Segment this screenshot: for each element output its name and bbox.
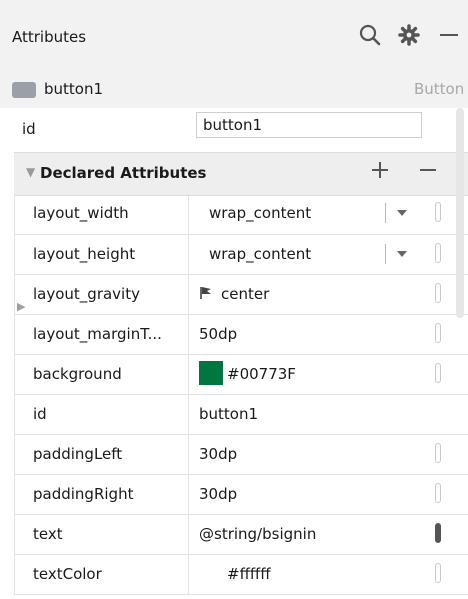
resource-picker-indicator[interactable] xyxy=(435,243,441,263)
attribute-value[interactable]: wrap_content xyxy=(209,235,311,274)
attribute-value: #00773F xyxy=(227,365,296,383)
attribute-value-cell[interactable]: center xyxy=(199,275,269,314)
attribute-value[interactable]: @string/bsignin xyxy=(199,515,316,554)
attribute-row[interactable]: background #00773F xyxy=(14,355,468,395)
attribute-name: layout_gravity xyxy=(33,285,140,303)
id-label: id xyxy=(22,120,36,138)
color-swatch[interactable] xyxy=(199,360,223,385)
id-input[interactable] xyxy=(196,112,422,138)
attribute-value[interactable]: button1 xyxy=(199,395,258,434)
attribute-name-cell: ▶ layout_gravity xyxy=(15,275,189,314)
component-name: button1 xyxy=(44,80,104,98)
attribute-value[interactable]: 30dp xyxy=(199,475,237,514)
attribute-row[interactable]: layout_height wrap_content xyxy=(14,235,468,275)
attribute-value: center xyxy=(221,285,270,303)
attribute-row[interactable]: paddingRight 30dp xyxy=(14,475,468,515)
attribute-name: paddingLeft xyxy=(15,435,189,474)
attribute-name: textColor xyxy=(15,555,189,594)
dropdown-separator xyxy=(385,203,386,223)
attribute-name: background xyxy=(15,355,189,394)
attribute-value-cell[interactable]: #00773F xyxy=(199,355,296,394)
attribute-row[interactable]: id button1 xyxy=(14,395,468,435)
resource-picker-indicator[interactable] xyxy=(435,363,441,383)
attribute-name: paddingRight xyxy=(15,475,189,514)
resource-picker-indicator[interactable] xyxy=(435,483,441,503)
resource-picker-indicator[interactable] xyxy=(435,523,441,543)
vertical-scrollbar[interactable] xyxy=(456,108,464,318)
component-type: Button xyxy=(414,80,465,98)
attribute-value[interactable]: 50dp xyxy=(199,315,237,354)
attribute-name: layout_marginT... xyxy=(15,315,189,354)
attribute-value: #ffffff xyxy=(227,565,271,583)
attributes-table: layout_width wrap_content layout_height … xyxy=(14,194,468,595)
chevron-down-icon[interactable] xyxy=(395,248,409,260)
plus-icon[interactable] xyxy=(368,158,392,182)
attribute-row[interactable]: text @string/bsignin xyxy=(14,515,468,555)
attribute-row[interactable]: layout_width wrap_content xyxy=(14,194,468,235)
attribute-value[interactable]: 30dp xyxy=(199,435,237,474)
attribute-value[interactable]: wrap_content xyxy=(209,194,311,234)
panel-title: Attributes xyxy=(12,28,87,46)
declared-attributes-title: Declared Attributes xyxy=(40,164,207,182)
minus-icon[interactable] xyxy=(416,158,440,182)
resource-picker-indicator[interactable] xyxy=(435,202,441,222)
collapse-arrow-icon[interactable]: ▼ xyxy=(26,165,35,179)
color-swatch[interactable] xyxy=(199,560,223,585)
gear-icon[interactable] xyxy=(396,22,422,48)
attribute-name: layout_width xyxy=(15,194,189,234)
attribute-row[interactable]: ▶ layout_gravity center xyxy=(14,275,468,315)
resource-picker-indicator[interactable] xyxy=(435,443,441,463)
button-widget-icon xyxy=(12,82,36,98)
resource-picker-indicator[interactable] xyxy=(435,283,441,303)
attribute-name: layout_height xyxy=(15,235,189,274)
attribute-row[interactable]: layout_marginT... 50dp xyxy=(14,315,468,355)
flag-icon xyxy=(200,286,211,299)
attribute-name: text xyxy=(15,515,189,554)
minimize-icon[interactable] xyxy=(438,22,464,48)
resource-picker-indicator[interactable] xyxy=(435,563,441,583)
dropdown-separator xyxy=(385,244,386,264)
search-icon[interactable] xyxy=(357,22,383,48)
attribute-row[interactable]: textColor #ffffff xyxy=(14,555,468,595)
attribute-row[interactable]: paddingLeft 30dp xyxy=(14,435,468,475)
attribute-name: id xyxy=(15,395,189,434)
attribute-value-cell[interactable]: #ffffff xyxy=(199,555,271,594)
chevron-down-icon[interactable] xyxy=(395,207,409,219)
resource-picker-indicator[interactable] xyxy=(435,323,441,343)
table-bottom-border xyxy=(14,594,468,595)
